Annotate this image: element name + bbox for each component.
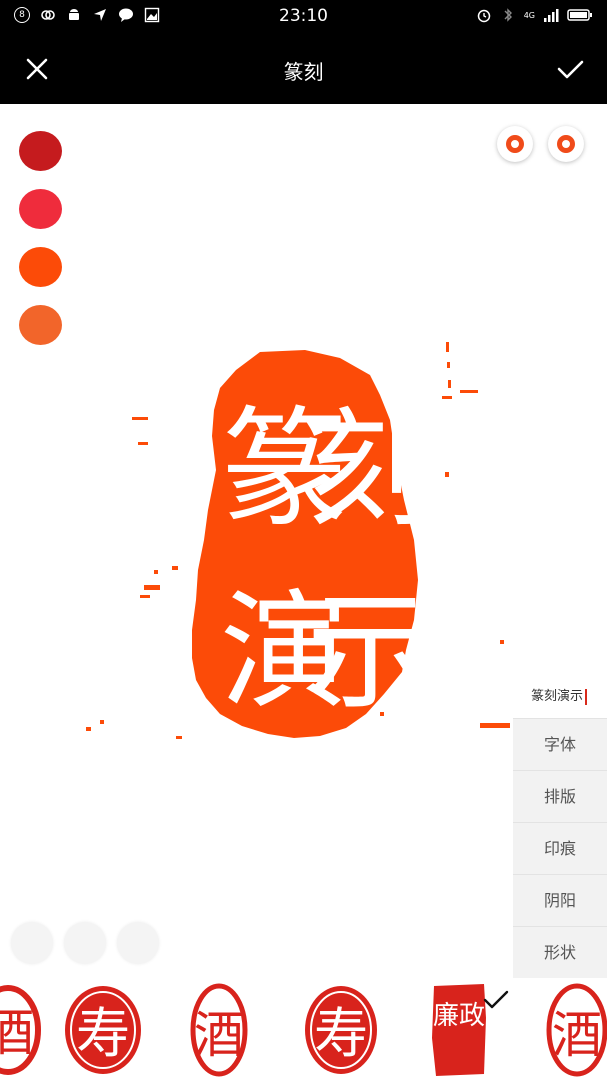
tool-button-2[interactable] [64, 922, 106, 964]
color-swatch-light-orange[interactable] [19, 305, 62, 345]
color-swatch-red[interactable] [19, 189, 62, 229]
seal-canvas[interactable]: 篆 刻 演 示 篆刻演示 字体 排版 印痕 阴阳 形状 [0, 104, 607, 978]
template-item-3[interactable]: 酒 [188, 978, 250, 1080]
template-item-2[interactable]: 寿 [62, 978, 144, 1080]
selected-check-icon [483, 990, 509, 1009]
template-item-5-selected[interactable]: 廉政 [428, 978, 490, 1080]
tool-button-3[interactable] [117, 922, 159, 964]
menu-layout[interactable]: 排版 [513, 770, 607, 822]
template-char: 酒 [0, 1004, 34, 1062]
template-item-4[interactable]: 寿 [302, 978, 380, 1080]
text-cursor [585, 688, 587, 705]
menu-yin-yang[interactable]: 阴阳 [513, 874, 607, 926]
text-preview[interactable]: 篆刻演示 [531, 685, 587, 705]
network-type: 4G [523, 10, 535, 20]
check-icon[interactable] [555, 54, 585, 84]
battery-icon [567, 9, 592, 21]
template-item-1[interactable]: 酒 [0, 978, 50, 1080]
seal-char-4: 示 [306, 578, 434, 727]
ring-icon [506, 135, 524, 153]
alarm-icon [477, 9, 490, 23]
tool-button-1[interactable] [11, 922, 53, 964]
bluetooth-icon [504, 8, 512, 22]
template-strip[interactable]: 酒 寿 酒 寿 廉政 酒 [0, 978, 607, 1080]
template-char: 寿 [314, 1002, 368, 1065]
status-bar: 8 23:10 4G [0, 0, 607, 34]
template-item-6[interactable]: 酒 [544, 978, 607, 1080]
toggle-ring-button-1[interactable] [497, 126, 533, 162]
template-char: 寿 [76, 1002, 130, 1065]
toggle-ring-button-2[interactable] [548, 126, 584, 162]
template-char: 酒 [194, 1006, 244, 1064]
ring-icon [557, 135, 575, 153]
template-char: 廉政 [433, 1001, 485, 1031]
signal-icon [544, 9, 559, 22]
menu-imprint[interactable]: 印痕 [513, 822, 607, 874]
template-char: 酒 [552, 1006, 602, 1064]
app-bar: 篆刻 [0, 34, 607, 104]
menu-font[interactable]: 字体 [513, 718, 607, 770]
menu-shape[interactable]: 形状 [513, 926, 607, 978]
page-title: 篆刻 [283, 60, 324, 84]
close-icon[interactable] [22, 54, 52, 84]
text-preview-label: 篆刻演示 [530, 689, 583, 704]
color-swatch-orange[interactable] [19, 247, 62, 287]
color-swatch-dark-red[interactable] [19, 131, 62, 171]
seal-char-2: 刻 [306, 396, 434, 545]
seal-preview[interactable]: 篆 刻 演 示 [80, 340, 520, 740]
